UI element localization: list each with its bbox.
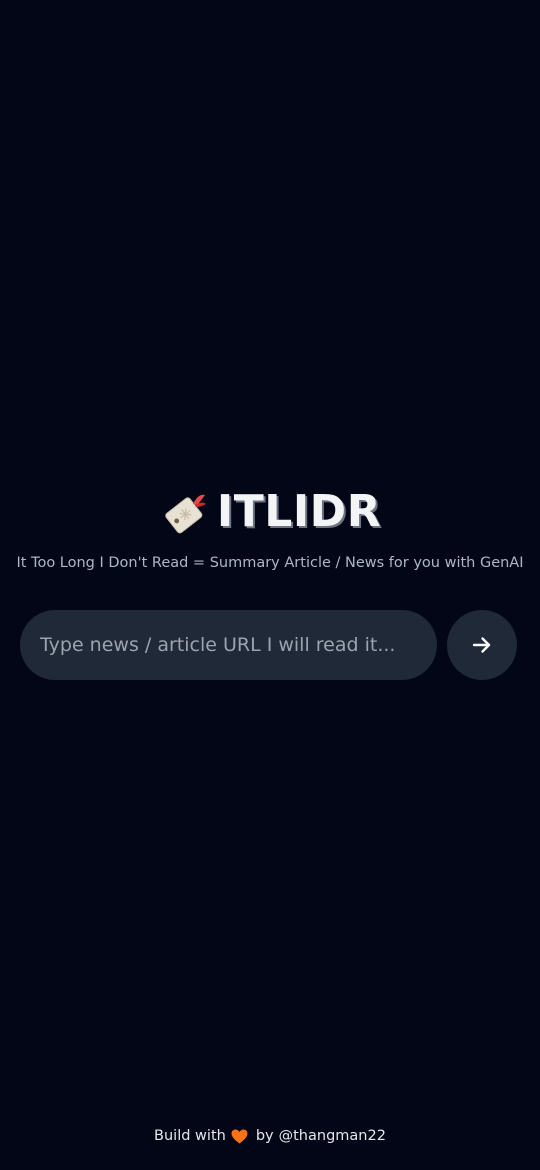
- url-input[interactable]: [20, 610, 437, 680]
- footer: Build with by @thangman22: [0, 1128, 540, 1144]
- orange-heart-icon: [231, 1129, 248, 1144]
- label-tag-icon: [159, 486, 211, 538]
- page-title: ITLIDR: [216, 486, 382, 537]
- author-link[interactable]: @thangman22: [279, 1128, 386, 1144]
- search-form: [20, 610, 518, 680]
- footer-prefix: Build with: [154, 1128, 226, 1144]
- page-subtitle: It Too Long I Don't Read = Summary Artic…: [16, 555, 524, 571]
- arrow-right-icon: [471, 634, 493, 656]
- page: ITLIDR It Too Long I Don't Read = Summar…: [0, 0, 540, 1170]
- hero: ITLIDR It Too Long I Don't Read = Summar…: [0, 484, 540, 572]
- title-row: ITLIDR: [159, 484, 381, 540]
- submit-button[interactable]: [447, 610, 517, 680]
- footer-by: by: [255, 1128, 274, 1144]
